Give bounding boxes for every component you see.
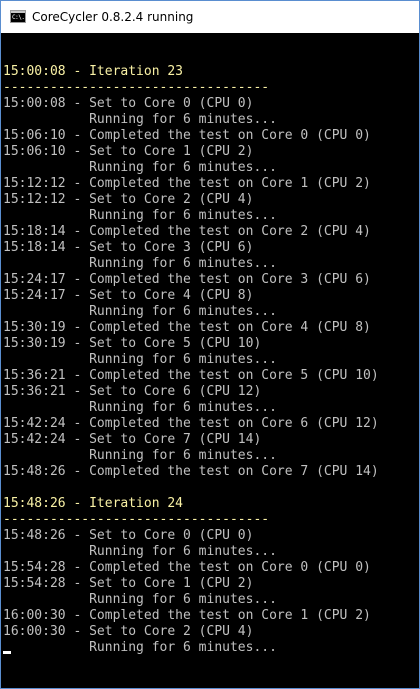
- console-line: Running for 6 minutes...: [3, 352, 277, 367]
- console-line: 15:18:14 - Completed the test on Core 2 …: [3, 224, 371, 239]
- console-line: Running for 6 minutes...: [3, 112, 277, 127]
- console-lines: 15:00:08 - Iteration 23 -----------------…: [3, 48, 379, 656]
- console-line: 15:12:12 - Completed the test on Core 1 …: [3, 176, 371, 191]
- console-line: 15:30:19 - Set to Core 5 (CPU 10): [3, 336, 262, 351]
- console-line: 15:48:26 - Set to Core 0 (CPU 0): [3, 528, 254, 543]
- console-line: 15:12:12 - Set to Core 2 (CPU 4): [3, 192, 254, 207]
- icon-prompt-text: C:\.: [12, 14, 25, 21]
- console-line: Running for 6 minutes...: [3, 448, 277, 463]
- console-line: Running for 6 minutes...: [3, 592, 277, 607]
- console-line: 15:54:28 - Set to Core 1 (CPU 2): [3, 576, 254, 591]
- icon-title-strip: [11, 11, 25, 13]
- console-line: 15:24:17 - Set to Core 4 (CPU 8): [3, 288, 254, 303]
- console-output[interactable]: 15:00:08 - Iteration 23 -----------------…: [1, 33, 419, 688]
- text-cursor: [3, 651, 11, 654]
- console-line: 15:42:24 - Completed the test on Core 6 …: [3, 416, 379, 431]
- console-line: 15:06:10 - Set to Core 1 (CPU 2): [3, 144, 254, 159]
- console-window: C:\. CoreCycler 0.8.2.4 running 15:00:08…: [0, 0, 420, 689]
- console-app-icon[interactable]: C:\.: [10, 10, 26, 23]
- console-line: Running for 6 minutes...: [3, 640, 277, 655]
- console-line: Running for 6 minutes...: [3, 208, 277, 223]
- console-line: 15:48:26 - Iteration 24: [3, 496, 184, 511]
- window-title: CoreCycler 0.8.2.4 running: [32, 10, 194, 24]
- console-line: Running for 6 minutes...: [3, 400, 277, 415]
- console-line: ----------------------------------: [3, 512, 270, 527]
- console-line: 15:42:24 - Set to Core 7 (CPU 14): [3, 432, 262, 447]
- console-line: 16:00:30 - Completed the test on Core 1 …: [3, 608, 371, 623]
- console-line: 16:00:30 - Set to Core 2 (CPU 4): [3, 624, 254, 639]
- console-line: Running for 6 minutes...: [3, 160, 277, 175]
- console-line: 15:00:08 - Set to Core 0 (CPU 0): [3, 96, 254, 111]
- console-line: Running for 6 minutes...: [3, 256, 277, 271]
- console-line: Running for 6 minutes...: [3, 544, 277, 559]
- console-line: Running for 6 minutes...: [3, 304, 277, 319]
- console-line: 15:36:21 - Completed the test on Core 5 …: [3, 368, 379, 383]
- console-line: ----------------------------------: [3, 80, 270, 95]
- console-line: 15:18:14 - Set to Core 3 (CPU 6): [3, 240, 254, 255]
- title-bar[interactable]: C:\. CoreCycler 0.8.2.4 running: [1, 1, 419, 33]
- console-line: 15:24:17 - Completed the test on Core 3 …: [3, 272, 371, 287]
- console-line: 15:06:10 - Completed the test on Core 0 …: [3, 128, 371, 143]
- console-line: 15:36:21 - Set to Core 6 (CPU 12): [3, 384, 262, 399]
- console-line: 15:30:19 - Completed the test on Core 4 …: [3, 320, 371, 335]
- console-line: 15:48:26 - Completed the test on Core 7 …: [3, 464, 379, 479]
- console-line: 15:54:28 - Completed the test on Core 0 …: [3, 560, 371, 575]
- console-line: 15:00:08 - Iteration 23: [3, 64, 184, 79]
